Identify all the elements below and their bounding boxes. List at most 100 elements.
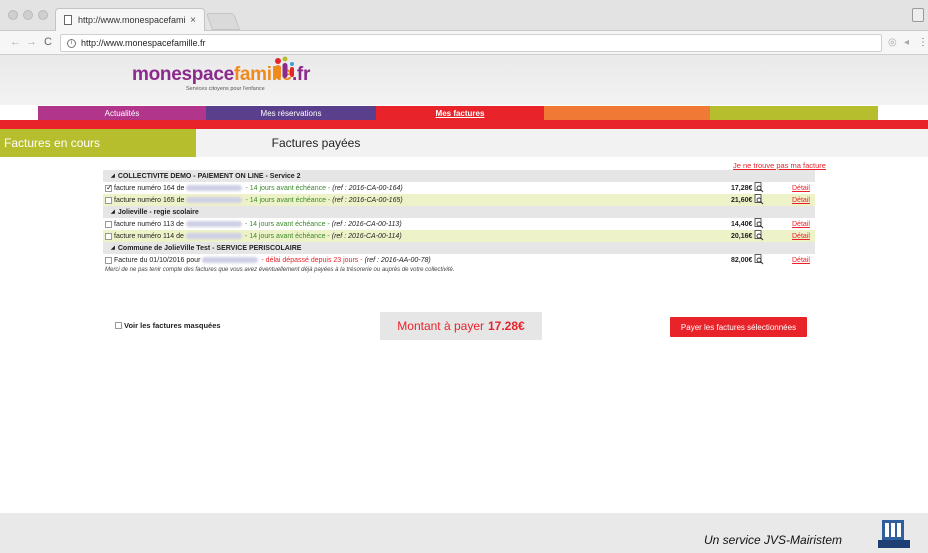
browser-toolbar: ← → C i http://www.monespacefamille.fr ◎… bbox=[0, 31, 928, 55]
view-invoice-icon[interactable] bbox=[754, 230, 764, 241]
footer-text: Un service JVS-Mairistem bbox=[704, 533, 843, 547]
invoice-checkbox[interactable] bbox=[105, 196, 112, 204]
invoice-ref: (ref : 2016-CA-00-114) bbox=[331, 232, 402, 240]
detail-link[interactable]: Détail bbox=[792, 221, 810, 228]
view-invoice-icon[interactable] bbox=[754, 194, 764, 205]
view-invoice-icon[interactable] bbox=[754, 254, 764, 265]
invoice-label: facture numéro 164 de bbox=[114, 184, 185, 192]
detail-link[interactable]: Détail bbox=[792, 233, 810, 240]
minimize-window-button[interactable] bbox=[23, 10, 33, 20]
invoice-status: - délai dépassé depuis 23 jours - bbox=[261, 256, 363, 264]
tab-current-invoices[interactable]: Factures en cours bbox=[0, 129, 196, 157]
menu-item-5[interactable] bbox=[710, 106, 878, 120]
address-bar[interactable]: i http://www.monespacefamille.fr bbox=[60, 34, 882, 52]
invoice-status: - 14 jours avant échéance - bbox=[244, 232, 330, 240]
menu-item-reservations[interactable]: Mes réservations bbox=[206, 106, 376, 120]
blurred-name bbox=[185, 233, 242, 239]
info-icon[interactable]: i bbox=[67, 38, 76, 48]
group-header[interactable]: ◢ Jolieville - regie scolaire bbox=[103, 206, 815, 218]
total-value: 17.28€ bbox=[488, 319, 525, 333]
invoice-label: Facture du 01/10/2016 pour bbox=[114, 256, 201, 264]
jvs-mairistem-logo-icon bbox=[878, 520, 910, 548]
invoice-amount: 14,40€ bbox=[731, 220, 753, 228]
close-window-button[interactable] bbox=[8, 10, 18, 20]
extension-icon[interactable]: ◎ bbox=[888, 37, 897, 48]
invoice-checkbox[interactable] bbox=[105, 232, 112, 240]
menu-item-factures[interactable]: Mes factures bbox=[376, 106, 544, 120]
main-menu: Actualités Mes réservations Mes factures bbox=[38, 106, 878, 120]
detail-link[interactable]: Détail bbox=[792, 197, 810, 204]
page-icon bbox=[64, 15, 72, 25]
reload-icon[interactable]: C bbox=[44, 36, 52, 48]
site-footer: Un service JVS-Mairistem bbox=[0, 513, 928, 553]
detail-link[interactable]: Détail bbox=[792, 185, 810, 192]
tab-title: http://www.monespacefamille bbox=[78, 15, 187, 25]
invoice-status: - 14 jours avant échéance - bbox=[244, 220, 330, 228]
menu-dots-icon[interactable]: ⋮ bbox=[918, 37, 928, 48]
url-text: http://www.monespacefamille.fr bbox=[81, 38, 206, 48]
collapse-arrow-icon: ◢ bbox=[111, 209, 115, 215]
forward-icon[interactable]: → bbox=[26, 36, 37, 48]
group-title: Commune de JolieVille Test - SERVICE PER… bbox=[117, 244, 302, 252]
blurred-name bbox=[186, 185, 243, 191]
invoice-status: - 14 jours avant échéance - bbox=[245, 184, 331, 192]
show-masked-checkbox[interactable] bbox=[115, 322, 122, 329]
page: monespacefamille.fr Services citoyens po… bbox=[0, 55, 928, 553]
profile-icon[interactable] bbox=[912, 8, 924, 22]
invoice-label: facture numéro 165 de bbox=[114, 196, 185, 204]
menu-item-actualites[interactable]: Actualités bbox=[38, 106, 206, 120]
detail-link[interactable]: Détail bbox=[792, 257, 810, 264]
family-logo-icon bbox=[275, 56, 294, 79]
group-title: COLLECTIVITE DEMO - PAIEMENT ON LINE - S… bbox=[117, 172, 301, 180]
invoice-row: facture numéro 164 de - 14 jours avant é… bbox=[103, 182, 815, 194]
pay-button[interactable]: Payer les factures sélectionnées bbox=[670, 317, 807, 337]
logo-subtitle: Services citoyens pour l'enfance bbox=[186, 86, 265, 92]
total-amount-box: Montant à payer 17.28€ bbox=[380, 312, 542, 340]
invoice-amount: 17,28€ bbox=[731, 184, 753, 192]
invoice-row: facture numéro 113 de - 14 jours avant é… bbox=[103, 218, 815, 230]
invoice-ref: (ref : 2016-CA-00-113) bbox=[331, 220, 402, 228]
browser-tab[interactable]: http://www.monespacefamille × bbox=[55, 8, 205, 31]
invoice-checkbox[interactable] bbox=[105, 256, 112, 264]
speaker-icon[interactable]: ◂ bbox=[904, 37, 909, 48]
invoice-status: - 14 jours avant échéance - bbox=[245, 196, 331, 204]
invoice-checkbox[interactable] bbox=[105, 183, 113, 192]
close-tab-icon[interactable]: × bbox=[190, 15, 196, 26]
invoice-list: ◢ COLLECTIVITE DEMO - PAIEMENT ON LINE - … bbox=[103, 170, 815, 273]
show-masked-toggle[interactable]: Voir les factures masquées bbox=[115, 321, 221, 330]
menu-underline bbox=[0, 120, 928, 129]
show-masked-label: Voir les factures masquées bbox=[124, 321, 221, 330]
blurred-name bbox=[186, 197, 243, 203]
invoice-ref: (ref : 2016-CA-00-164) bbox=[332, 184, 403, 192]
back-icon[interactable]: ← bbox=[10, 36, 21, 48]
maximize-window-button[interactable] bbox=[38, 10, 48, 20]
invoice-not-found-link[interactable]: Je ne trouve pas ma facture bbox=[733, 161, 826, 170]
invoice-checkbox[interactable] bbox=[105, 220, 112, 228]
menu-item-4[interactable] bbox=[544, 106, 710, 120]
total-label: Montant à payer bbox=[397, 319, 484, 333]
invoice-amount: 20,16€ bbox=[731, 232, 753, 240]
blurred-name bbox=[202, 257, 259, 263]
invoice-amount: 82,00€ bbox=[731, 256, 753, 264]
invoice-row: Facture du 01/10/2016 pour - délai dépas… bbox=[103, 254, 815, 266]
group-header[interactable]: ◢ COLLECTIVITE DEMO - PAIEMENT ON LINE - … bbox=[103, 170, 815, 182]
invoice-tabs: Factures en cours Factures payées bbox=[0, 129, 928, 157]
invoice-ref: (ref : 2016-AA-00-78) bbox=[364, 256, 431, 264]
tab-paid-invoices[interactable]: Factures payées bbox=[196, 129, 436, 157]
collapse-arrow-icon: ◢ bbox=[111, 245, 115, 251]
invoice-row: facture numéro 114 de - 14 jours avant é… bbox=[103, 230, 815, 242]
window-controls bbox=[8, 10, 48, 20]
group-header[interactable]: ◢ Commune de JolieVille Test - SERVICE PE… bbox=[103, 242, 815, 254]
blurred-name bbox=[185, 221, 242, 227]
invoice-label: facture numéro 114 de bbox=[114, 232, 184, 240]
payment-note: Merci de ne pas tenir compte des facture… bbox=[105, 267, 455, 273]
invoice-label: facture numéro 113 de bbox=[114, 220, 184, 228]
view-invoice-icon[interactable] bbox=[754, 218, 764, 229]
view-invoice-icon[interactable] bbox=[754, 182, 764, 193]
logo-part-1: monespace bbox=[132, 64, 234, 85]
group-title: Jolieville - regie scolaire bbox=[117, 208, 199, 216]
site-header: monespacefamille.fr Services citoyens po… bbox=[0, 55, 928, 105]
browser-titlebar: http://www.monespacefamille × bbox=[0, 0, 928, 31]
collapse-arrow-icon: ◢ bbox=[111, 173, 115, 179]
new-tab-button[interactable] bbox=[205, 13, 241, 30]
